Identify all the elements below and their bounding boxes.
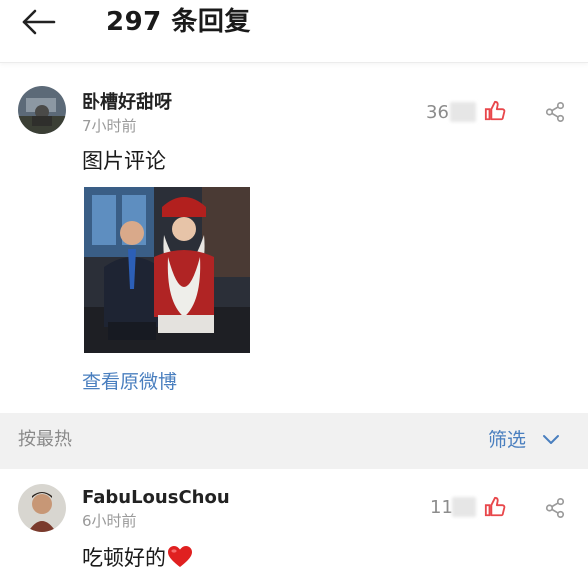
avatar[interactable] bbox=[18, 484, 66, 532]
thumbs-up-icon[interactable] bbox=[484, 100, 506, 122]
blurred-count bbox=[452, 497, 476, 517]
comment-image[interactable] bbox=[84, 187, 250, 353]
share-icon[interactable] bbox=[544, 101, 566, 123]
username[interactable]: FabuLousChou bbox=[82, 487, 230, 509]
page-title: 297 条回复 bbox=[106, 7, 251, 37]
comment-text: 吃顿好的 bbox=[82, 545, 193, 571]
view-original-weibo-link[interactable]: 查看原微博 bbox=[82, 370, 177, 394]
heart-emoji-icon bbox=[168, 546, 192, 567]
sort-hottest-label[interactable]: 按最热 bbox=[18, 429, 72, 451]
avatar[interactable] bbox=[18, 86, 66, 134]
filter-label: 筛选 bbox=[488, 429, 527, 451]
username[interactable]: 卧槽好甜呀 bbox=[82, 92, 172, 114]
top-bar: 297 条回复 bbox=[0, 0, 588, 63]
back-arrow-icon bbox=[22, 9, 56, 35]
comment-text: 图片评论 bbox=[82, 149, 166, 173]
share-icon[interactable] bbox=[544, 497, 566, 519]
blurred-count bbox=[450, 102, 476, 122]
timestamp: 6小时前 bbox=[82, 512, 137, 530]
like-count: 36 bbox=[426, 102, 449, 123]
sort-bar: 按最热 筛选 bbox=[0, 413, 588, 469]
filter-button[interactable]: 筛选 bbox=[488, 427, 559, 453]
comment-text-label: 吃顿好的 bbox=[82, 546, 166, 570]
chevron-down-icon bbox=[543, 435, 559, 444]
thumbs-up-icon[interactable] bbox=[484, 496, 506, 518]
timestamp: 7小时前 bbox=[82, 117, 137, 135]
back-button[interactable] bbox=[18, 6, 58, 38]
like-count: 11 bbox=[430, 497, 453, 518]
